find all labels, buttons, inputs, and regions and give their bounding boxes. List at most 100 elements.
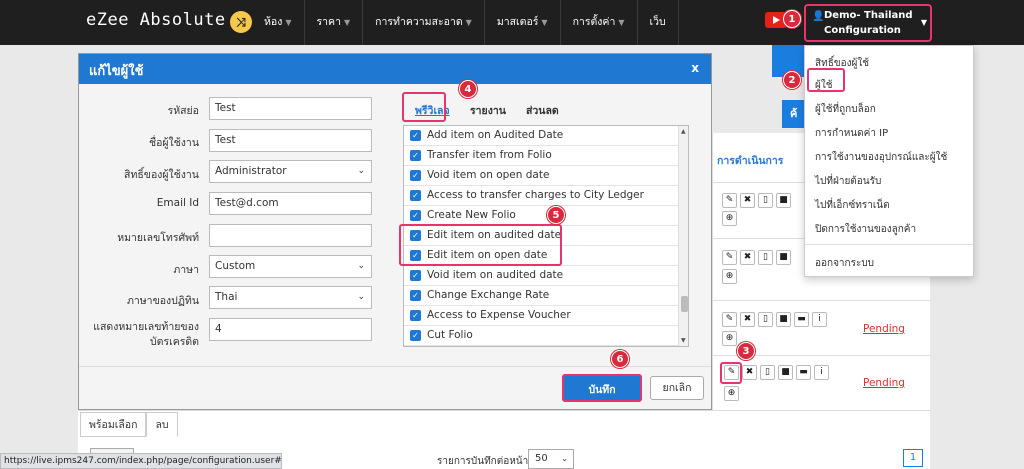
pending-link[interactable]: Pending <box>863 377 905 389</box>
lock-icon[interactable]: ■ <box>776 250 791 265</box>
unlock-icon[interactable]: ⊕ <box>722 211 737 226</box>
caret-down-icon: ▼ <box>920 18 927 27</box>
save-button[interactable]: บันทึก <box>562 374 642 402</box>
device-icon[interactable]: ▯ <box>758 193 773 208</box>
edit-icon[interactable]: ✎ <box>722 193 737 208</box>
list-item[interactable]: ✓ Void item on audited date <box>404 266 678 286</box>
select-all-tab[interactable]: พร้อมเลือก <box>80 412 147 437</box>
step-badge: 2 <box>783 71 801 89</box>
menu-ip-config[interactable]: การกำหนดค่า IP <box>815 126 888 141</box>
phone-input[interactable] <box>209 224 372 247</box>
tab-reports[interactable]: รายงาน <box>470 102 506 119</box>
checkbox[interactable]: ✓ <box>410 270 421 281</box>
edit-icon[interactable]: ✎ <box>722 250 737 265</box>
step-badge: 5 <box>547 206 565 224</box>
card-digits-input[interactable]: 4 <box>209 318 372 341</box>
brand-logo[interactable]: eZee Absolute <box>86 10 226 30</box>
lock-icon[interactable]: ■ <box>776 312 791 327</box>
checkbox[interactable]: ✓ <box>410 150 421 161</box>
scrollbar[interactable]: ▲ ▼ <box>678 126 688 346</box>
chevron-down-icon: ⌄ <box>357 292 365 302</box>
chevron-down-icon: ⌄ <box>357 261 365 271</box>
list-item[interactable]: ✓ Cut Folio <box>404 326 678 346</box>
calendar-language-select[interactable]: Thai ⌄ <box>209 286 372 309</box>
short-code-input[interactable]: Test <box>209 97 372 120</box>
menu-disable-customer[interactable]: ปิดการใช้งานของลูกค้า <box>815 222 916 237</box>
nav-rates[interactable]: ราคา ▼ <box>305 0 364 45</box>
field-label: ภาษาของปฏิทิน <box>126 295 199 307</box>
scroll-up-icon[interactable]: ▲ <box>681 128 686 135</box>
delete-icon[interactable]: ✖ <box>740 250 755 265</box>
list-item[interactable]: ✓ Transfer item from Folio <box>404 146 678 166</box>
cancel-button[interactable]: ยกเลิก <box>650 376 704 400</box>
delete-icon[interactable]: ✖ <box>740 312 755 327</box>
nav-settings[interactable]: การตั้งค่า ▼ <box>561 0 638 45</box>
edit-highlight <box>720 362 742 384</box>
list-item[interactable]: ✓ Void item on open date <box>404 166 678 186</box>
unlock-icon[interactable]: ⊕ <box>722 269 737 284</box>
field-label: สิทธิ์ของผู้ใช้งาน <box>124 169 199 181</box>
field-label: ภาษา <box>173 264 199 276</box>
list-item[interactable]: ✓ Create New Folio <box>404 206 678 226</box>
menu-front-desk[interactable]: ไปที่ฝ่ายต้อนรับ <box>815 174 881 189</box>
delete-icon[interactable]: ✖ <box>742 365 757 380</box>
delete-tab[interactable]: ลบ <box>146 412 178 437</box>
shuffle-icon[interactable]: ⤨ <box>230 11 252 33</box>
info-icon[interactable]: i <box>812 312 827 327</box>
nav-masters[interactable]: มาสเตอร์ ▼ <box>485 0 561 45</box>
list-item[interactable]: ✓ Access to Expense Voucher <box>404 306 678 326</box>
list-item[interactable]: ✓ Change Exchange Rate <box>404 286 678 306</box>
checkbox[interactable]: ✓ <box>410 130 421 141</box>
comment-icon[interactable]: ▬ <box>794 312 809 327</box>
user-privilege-select[interactable]: Administrator ⌄ <box>209 160 372 183</box>
close-icon[interactable]: x <box>691 61 699 75</box>
scroll-down-icon[interactable]: ▼ <box>681 337 686 344</box>
menu-blocked-users[interactable]: ผู้ใช้ที่ถูกบล็อก <box>815 102 876 117</box>
chevron-down-icon: ▼ <box>343 18 351 27</box>
chevron-down-icon: ▼ <box>465 18 472 27</box>
menu-device-usage[interactable]: การใช้งานของอุปกรณ์และผู้ใช้ <box>815 150 947 165</box>
modal-header: แก้ไขผู้ใช้ x <box>79 54 711 84</box>
lock-icon[interactable]: ■ <box>778 365 793 380</box>
field-label: ชื่อผู้ใช้งาน <box>148 137 199 149</box>
menu-logout[interactable]: ออกจากระบบ <box>815 256 874 271</box>
modal-title: แก้ไขผู้ใช้ <box>89 64 144 79</box>
comment-icon[interactable]: ▬ <box>796 365 811 380</box>
chevron-down-icon: ▼ <box>618 18 625 27</box>
pending-link[interactable]: Pending <box>863 323 905 335</box>
checkbox[interactable]: ✓ <box>410 170 421 181</box>
field-label: รหัสย่อ <box>167 105 199 117</box>
checkbox[interactable]: ✓ <box>410 330 421 341</box>
delete-icon[interactable]: ✖ <box>740 193 755 208</box>
username-input[interactable]: Test <box>209 129 372 152</box>
user-menu-button[interactable]: 👤 Demo- Thailand Configuration ▼ <box>804 4 932 42</box>
checkbox[interactable]: ✓ <box>410 310 421 321</box>
unlock-icon[interactable]: ⊕ <box>724 386 739 401</box>
per-page-select[interactable]: 50 ⌄ <box>528 449 574 469</box>
list-item[interactable]: ✓ Add item on Audited Date <box>404 126 678 146</box>
nav-rooms[interactable]: ห้อง ▼ <box>252 0 305 45</box>
bulk-tabs: พร้อมเลือก ลบ <box>80 412 178 437</box>
nav-web[interactable]: เว็บ <box>638 0 679 45</box>
page-number[interactable]: 1 <box>903 449 923 467</box>
language-select[interactable]: Custom ⌄ <box>209 255 372 278</box>
info-icon[interactable]: i <box>814 365 829 380</box>
scroll-thumb[interactable] <box>681 296 688 312</box>
field-label: บัตรเครดิต <box>149 336 199 348</box>
list-item[interactable]: ✓ Access to transfer charges to City Ledg… <box>404 186 678 206</box>
checkbox[interactable]: ✓ <box>410 290 421 301</box>
menu-extranet[interactable]: ไปที่เอ็กซ์ทราเน็ต <box>815 198 890 213</box>
main-nav: ห้อง ▼ ราคา ▼ การทำความสะอาด ▼ มาสเตอร์ ▼ กา… <box>252 0 679 45</box>
email-field[interactable]: Test@d.com <box>209 192 372 215</box>
lock-icon[interactable]: ■ <box>776 193 791 208</box>
device-icon[interactable]: ▯ <box>758 312 773 327</box>
device-icon[interactable]: ▯ <box>758 250 773 265</box>
nav-housekeeping[interactable]: การทำความสะอาด ▼ <box>363 0 485 45</box>
checkbox[interactable]: ✓ <box>410 210 421 221</box>
device-icon[interactable]: ▯ <box>760 365 775 380</box>
unlock-icon[interactable]: ⊕ <box>722 331 737 346</box>
tab-discounts[interactable]: ส่วนลด <box>526 102 559 119</box>
top-navbar: eZee Absolute ⤨ ห้อง ▼ ราคา ▼ การทำความสะอ… <box>0 0 1024 45</box>
checkbox[interactable]: ✓ <box>410 190 421 201</box>
edit-icon[interactable]: ✎ <box>722 312 737 327</box>
